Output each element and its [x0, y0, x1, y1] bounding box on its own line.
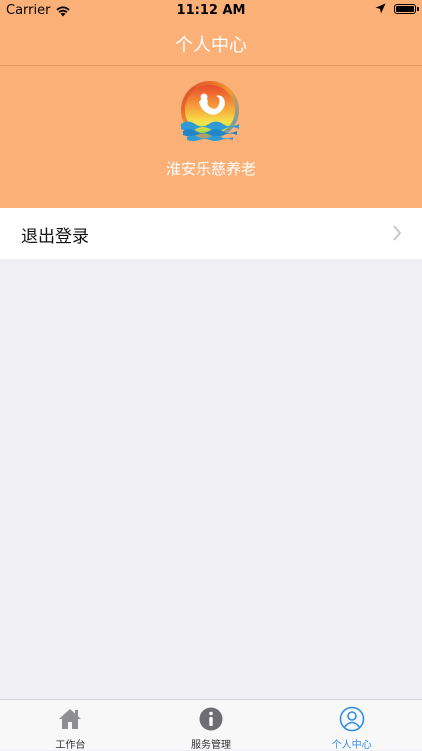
battery-level	[396, 5, 414, 12]
info-icon	[199, 707, 223, 731]
nav-divider	[0, 65, 422, 66]
logout-row[interactable]: 退出登录	[0, 208, 422, 259]
status-bar: Carrier 11:12 AM	[0, 0, 422, 22]
status-time: 11:12 AM	[176, 3, 246, 18]
org-logo-icon	[181, 81, 239, 141]
profile-header: 个人中心 淮安乐慈养老	[0, 22, 422, 208]
tab-label-service-management: 服务管理	[191, 740, 231, 751]
tab-workbench[interactable]: 工作台	[0, 700, 141, 751]
home-icon	[59, 709, 82, 729]
tab-label-workbench: 工作台	[55, 740, 86, 751]
org-name: 淮安乐慈养老	[165, 160, 256, 178]
chevron-right-icon	[393, 225, 402, 241]
tab-label-personal-center: 个人中心	[331, 740, 372, 751]
logout-label: 退出登录	[21, 227, 89, 247]
tab-service-management[interactable]: 服务管理	[141, 700, 282, 751]
status-right	[375, 3, 419, 14]
location-arrow-icon	[375, 3, 386, 14]
tab-personal-center[interactable]: 个人中心	[281, 700, 422, 751]
tab-bar: 工作台 服务管理 个人中心	[0, 699, 422, 751]
person-icon	[339, 706, 364, 732]
page-title: 个人中心	[175, 35, 247, 56]
battery-icon	[394, 3, 419, 14]
